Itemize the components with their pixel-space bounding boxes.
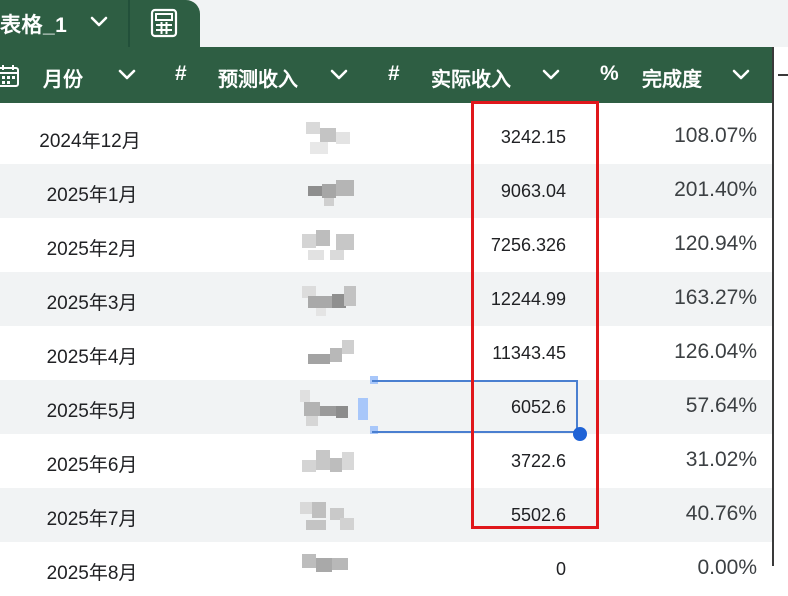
sheet-tab-name[interactable]: 表格_1 <box>0 9 67 39</box>
calendar-icon <box>0 65 19 87</box>
forecast-cell-redacted[interactable] <box>296 228 358 264</box>
completion-cell[interactable]: 126.04% <box>600 340 757 364</box>
table-row[interactable]: 2025年2月 7256.326 120.94% <box>0 218 772 272</box>
completion-cell[interactable]: 40.76% <box>600 502 757 526</box>
table-row[interactable]: 2025年4月 11343.45 126.04% <box>0 326 772 380</box>
month-cell[interactable]: 2025年2月 <box>2 234 182 261</box>
table-row[interactable]: 2025年6月 3722.6 31.02% <box>0 434 772 488</box>
number-type-icon: # <box>175 62 187 85</box>
month-cell[interactable]: 2025年1月 <box>2 180 182 207</box>
month-cell[interactable]: 2024年12月 <box>0 126 180 153</box>
month-cell[interactable]: 2025年5月 <box>2 396 182 423</box>
table-row[interactable]: 2025年1月 9063.04 201.40% <box>0 164 772 218</box>
forecast-cell-redacted[interactable] <box>296 552 358 588</box>
completion-cell[interactable]: 0.00% <box>600 556 757 580</box>
forecast-cell-redacted[interactable] <box>296 390 358 426</box>
forecast-cell-redacted[interactable] <box>296 174 358 210</box>
table-right-border <box>772 47 788 566</box>
completion-cell[interactable]: 201.40% <box>600 178 757 202</box>
completion-cell[interactable]: 163.27% <box>600 286 757 310</box>
month-cell[interactable]: 2025年4月 <box>2 342 182 369</box>
calculator-icon[interactable] <box>148 7 180 39</box>
header-month[interactable]: 月份 <box>43 63 83 92</box>
highlight-box <box>471 101 599 529</box>
month-cell[interactable]: 2025年7月 <box>2 504 182 531</box>
sheet-tab[interactable]: 表格_1 <box>0 0 200 47</box>
month-cell[interactable]: 2025年6月 <box>2 450 182 477</box>
completion-cell[interactable]: 120.94% <box>600 232 757 256</box>
header-forecast[interactable]: 预测收入 <box>218 63 298 92</box>
table-row[interactable]: 2025年8月 0 0.00% <box>0 542 772 596</box>
month-cell[interactable]: 2025年8月 <box>2 558 182 585</box>
table-row[interactable]: 2024年12月 3242.15 108.07% <box>0 110 772 164</box>
header-actual[interactable]: 实际收入 <box>431 63 511 92</box>
table-header: 月份 # 预测收入 # 实际收入 % 完成度 <box>0 47 772 103</box>
forecast-cell-redacted[interactable] <box>296 282 358 318</box>
tab-divider <box>128 0 130 47</box>
forecast-cell-redacted[interactable] <box>296 444 358 480</box>
forecast-cell-redacted[interactable] <box>296 336 358 372</box>
table-row[interactable]: 2025年3月 12244.99 163.27% <box>0 272 772 326</box>
header-completion[interactable]: 完成度 <box>642 63 702 92</box>
sheet-tab-strip: 表格_1 <box>0 0 788 47</box>
chevron-down-icon[interactable] <box>730 65 752 85</box>
number-type-icon: # <box>388 62 400 85</box>
actual-cell[interactable]: 0 <box>380 559 566 580</box>
forecast-cell-redacted[interactable] <box>296 498 358 534</box>
completion-cell[interactable]: 108.07% <box>600 124 757 148</box>
completion-cell[interactable]: 57.64% <box>600 394 757 418</box>
column-resize-handle[interactable] <box>778 74 788 76</box>
month-cell[interactable]: 2025年3月 <box>2 288 182 315</box>
chevron-down-icon[interactable] <box>116 65 138 85</box>
chevron-down-icon[interactable] <box>540 65 562 85</box>
chevron-down-icon[interactable] <box>328 65 350 85</box>
forecast-cell-redacted[interactable] <box>296 120 358 156</box>
percent-type-icon: % <box>600 62 619 85</box>
table-row[interactable]: 2025年7月 5502.6 40.76% <box>0 488 772 542</box>
chevron-down-icon[interactable] <box>88 10 110 32</box>
selection-row-marker <box>358 398 368 420</box>
completion-cell[interactable]: 31.02% <box>600 448 757 472</box>
